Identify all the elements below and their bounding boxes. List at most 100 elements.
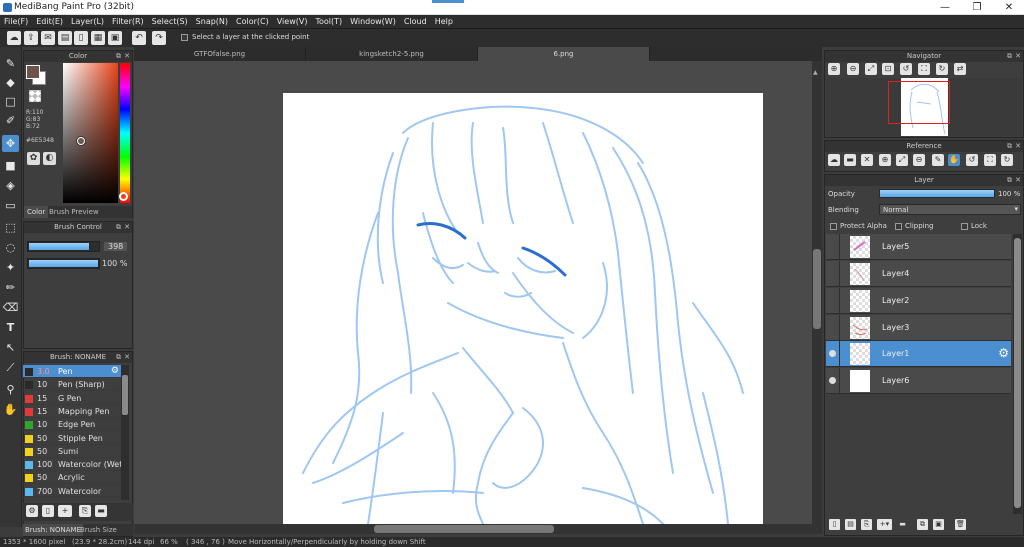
undo-icon[interactable]: ↶ xyxy=(132,31,146,45)
protect-alpha-checkbox[interactable] xyxy=(830,223,837,230)
gradient-tool-icon[interactable]: ▭ xyxy=(2,197,19,214)
actual-size-icon[interactable]: ⊡ xyxy=(882,63,894,75)
menu-color[interactable]: Color(C) xyxy=(232,15,273,29)
menu-window[interactable]: Window(W) xyxy=(346,15,400,29)
brush-tool-icon[interactable]: ✎ xyxy=(2,55,19,72)
navigator-viewport-box[interactable] xyxy=(888,81,950,124)
layer-opacity-value[interactable]: 100 % xyxy=(998,190,1020,198)
zoom-in-icon[interactable]: ⊕ xyxy=(828,63,840,75)
brush-size-value[interactable]: 398 xyxy=(104,242,128,251)
menu-filter[interactable]: Filter(R) xyxy=(108,15,148,29)
grid-icon[interactable]: ▣ xyxy=(108,31,122,45)
brush-item[interactable]: 50 Sumi xyxy=(23,445,121,458)
color-picker-handle[interactable] xyxy=(77,137,85,145)
new-layer-icon[interactable]: ▯ xyxy=(829,519,840,530)
menu-snap[interactable]: Snap(N) xyxy=(192,15,232,29)
layer-list-scrollbar[interactable] xyxy=(1013,234,1022,514)
divide-tool-icon[interactable]: ⟋ xyxy=(2,359,19,376)
tab-gtfofalse[interactable]: GTFOfalse.png xyxy=(134,47,306,61)
tab-kingsketch[interactable]: kingsketch2-5.png xyxy=(306,47,478,61)
layer-folder-icon[interactable]: ▬ xyxy=(897,519,908,530)
close-button[interactable]: ✕ xyxy=(994,0,1024,15)
select-eraser-tool-icon[interactable]: ⌫ xyxy=(2,299,19,316)
layer-row-layer2[interactable]: Layer2 xyxy=(826,288,1011,314)
brush-item[interactable]: 10 Pen (Sharp) xyxy=(23,378,121,392)
restore-button[interactable]: ❐ xyxy=(962,0,992,15)
close-reference-icon[interactable]: ✕ xyxy=(861,154,873,166)
new-color-layer-icon[interactable]: ▤ xyxy=(845,519,856,530)
zoom-out-icon[interactable]: ⊖ xyxy=(847,63,859,75)
canvas-vscroll-thumb[interactable] xyxy=(813,249,821,329)
move-tool-icon[interactable]: ✥ xyxy=(2,135,19,152)
copy-layer-icon[interactable]: ▣ xyxy=(933,519,944,530)
fit-icon[interactable]: ⤢ xyxy=(865,63,877,75)
menu-edit[interactable]: Edit(E) xyxy=(32,15,67,29)
brush-item[interactable]: 50 Stipple Pen xyxy=(23,432,121,445)
brush-item[interactable]: 700 Watercolor xyxy=(23,485,121,498)
ref-rotate-right-icon[interactable]: ↻ xyxy=(1001,154,1013,166)
eraser-tool-icon[interactable]: ◆ xyxy=(2,74,19,91)
clipping-checkbox[interactable] xyxy=(895,223,902,230)
palette-icon[interactable]: ✿ xyxy=(27,152,40,165)
rectangle-tool-icon[interactable]: □ xyxy=(2,93,19,110)
drawing-canvas[interactable] xyxy=(283,93,763,524)
layer-row-layer6[interactable]: Layer6 xyxy=(826,368,1011,394)
bucket-tool-icon[interactable]: ◈ xyxy=(2,177,19,194)
close-icon[interactable]: ✕ xyxy=(124,352,130,363)
menu-cloud[interactable]: Cloud xyxy=(400,15,431,29)
redo-icon[interactable]: ↷ xyxy=(152,31,166,45)
canvas-vertical-scrollbar[interactable]: ▲ xyxy=(812,61,822,524)
color-history-icon[interactable]: ◐ xyxy=(43,152,56,165)
layer-row-layer1[interactable]: Layer1 ⚙ xyxy=(826,341,1011,367)
main-color-swatch[interactable] xyxy=(26,65,40,79)
merge-down-icon[interactable]: ⧉ xyxy=(917,519,928,530)
rotate-right-icon[interactable]: ↻ xyxy=(936,63,948,75)
copy-brush-icon[interactable]: ⎘ xyxy=(79,505,91,517)
minimize-button[interactable]: — xyxy=(930,0,960,15)
popout-icon[interactable]: ⧉ xyxy=(116,352,121,363)
operation-tool-icon[interactable]: ↖ xyxy=(2,339,19,356)
add-layer-menu-icon[interactable]: +▾ xyxy=(877,519,892,530)
brush-item[interactable]: 100 Watercolor (Wet) xyxy=(23,458,121,472)
add-brush-icon[interactable]: + xyxy=(58,505,72,517)
menu-tool[interactable]: Tool(T) xyxy=(311,15,346,29)
tab-brush-preview[interactable]: Brush Preview xyxy=(46,206,102,218)
brush-opacity-value[interactable]: 100 % xyxy=(102,259,127,268)
tab-brush[interactable]: Brush: NONAME xyxy=(23,524,84,536)
save-icon[interactable]: ▤ xyxy=(58,31,72,45)
text-tool-icon[interactable]: T xyxy=(2,319,19,336)
hand-tool-icon[interactable]: ✋ xyxy=(2,401,19,418)
brush-opacity-track[interactable] xyxy=(27,258,100,269)
brush-size-track[interactable] xyxy=(27,241,100,252)
brush-item[interactable]: 10 Edge Pen xyxy=(23,418,121,432)
menu-file[interactable]: File(F) xyxy=(0,15,32,29)
transparent-color-swatch[interactable] xyxy=(29,90,41,102)
gear-icon[interactable]: ⚙ xyxy=(998,346,1009,360)
ref-hand-icon[interactable]: ✋ xyxy=(948,154,960,166)
hue-slider[interactable] xyxy=(120,63,130,203)
close-icon[interactable]: ✕ xyxy=(1015,175,1021,186)
brush-item[interactable]: 15 G Pen xyxy=(23,392,121,405)
menu-view[interactable]: View(V) xyxy=(273,15,312,29)
blending-select[interactable]: Normal ▾ xyxy=(879,204,1021,215)
popout-icon[interactable]: ⧉ xyxy=(116,222,121,233)
brush-item[interactable]: 15 Mapping Pen xyxy=(23,405,121,418)
flip-icon[interactable]: ⇄ xyxy=(954,63,966,75)
menu-help[interactable]: Help xyxy=(431,15,457,29)
lock-checkbox[interactable] xyxy=(961,223,968,230)
brush-settings-icon[interactable]: ⚙ xyxy=(26,505,38,517)
brush-item[interactable]: 3.0 Pen ⚙ xyxy=(23,365,121,378)
popout-icon[interactable]: ⧉ xyxy=(1007,51,1012,62)
ref-eyedropper-icon[interactable]: ✎ xyxy=(932,154,944,166)
gear-icon[interactable]: ⚙ xyxy=(111,365,119,378)
tab-color[interactable]: Color xyxy=(24,206,49,218)
canvas-hscroll-thumb[interactable] xyxy=(374,525,554,533)
layer-row-layer3[interactable]: Layer3 xyxy=(826,315,1011,341)
fill-rect-tool-icon[interactable]: ■ xyxy=(2,157,19,174)
tab-6png[interactable]: 6.png xyxy=(478,47,650,61)
select-pen-tool-icon[interactable]: ✏ xyxy=(2,279,19,296)
new-brush-icon[interactable]: ▯ xyxy=(42,505,54,517)
scroll-up-icon[interactable]: ▲ xyxy=(813,69,821,79)
fit-window-icon[interactable]: ⛶ xyxy=(918,63,930,75)
comment-icon[interactable]: ✉ xyxy=(41,31,55,45)
